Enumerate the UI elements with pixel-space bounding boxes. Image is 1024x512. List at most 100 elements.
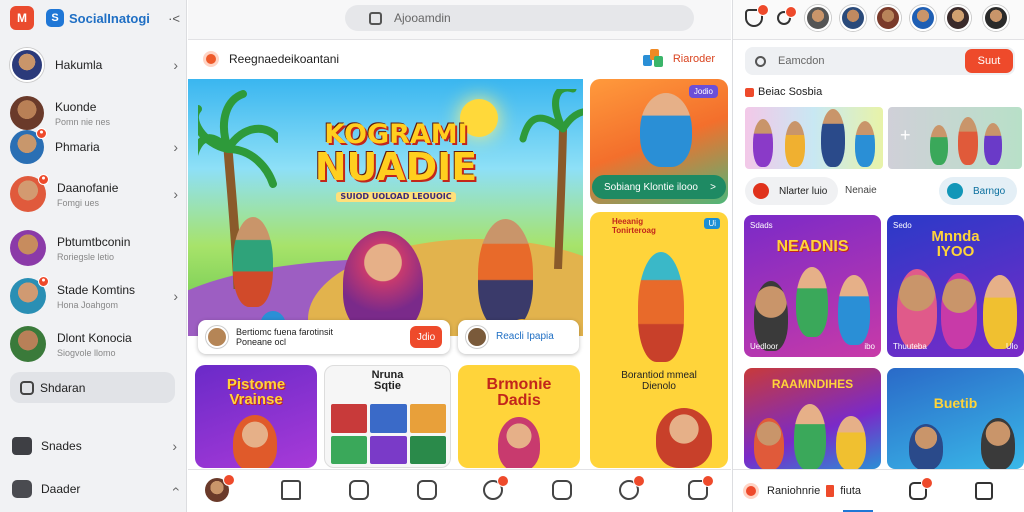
sidebar-contact[interactable]: ● Stade Komtins Hona Joahgom ›: [10, 276, 178, 316]
chevron-right-icon: ›: [173, 57, 178, 73]
emoji-icon[interactable]: [483, 475, 509, 500]
card-headline: NEADNIS: [776, 238, 849, 255]
card-badge: Jodio: [688, 85, 718, 98]
side-card-pill[interactable]: Sobiang Klontie ilooo >: [592, 175, 726, 199]
side-card-top[interactable]: Jodio Sobiang Klontie ilooo >: [590, 79, 728, 204]
friend-avatar[interactable]: [875, 5, 901, 31]
post-card[interactable]: Bertiomc fuena farotinsit Poneane ocl Jd…: [198, 320, 450, 354]
card-tag: Sdads: [750, 221, 773, 230]
chip-label-mid[interactable]: Nenaie: [845, 185, 877, 196]
hero-headline: KOGRAMI NUADIE SUIOD UOLOAD LEOUOIC: [306, 121, 486, 202]
sidebar-contact[interactable]: Dlont Konocia Siogvole llomo: [10, 324, 178, 364]
avatar: [206, 326, 228, 348]
collapse-menu-icon[interactable]: ·<: [168, 11, 180, 26]
sidebar-profile[interactable]: Hakumla ›: [10, 48, 178, 82]
chevron-right-icon: ›: [173, 288, 178, 304]
avatar: [10, 96, 44, 130]
fire-icon[interactable]: [777, 6, 797, 25]
search-button[interactable]: Suut: [965, 49, 1013, 73]
app-logo-icon[interactable]: M: [10, 6, 34, 30]
profile-avatar-button[interactable]: [205, 474, 235, 502]
sidebar-contact[interactable]: ● Daanofanie Fomgi ues ›: [10, 174, 178, 214]
section-icon: [745, 87, 754, 97]
post-card-right[interactable]: Reacli Ipapia: [458, 320, 579, 354]
feed-tile[interactable]: Pistome Vrainse: [195, 365, 317, 468]
avatar: [10, 48, 44, 82]
tile-title: Brmonie Dadis: [458, 377, 580, 409]
section-title: Beiac Sosbia: [758, 86, 823, 98]
contact-name: Kuonde: [55, 99, 97, 114]
feed-header: Reegnaedeikoantani Riaroder: [188, 40, 731, 78]
contact-name: Pbtumtbconin: [57, 234, 131, 249]
sidebar-item-label: Daader: [41, 482, 81, 496]
sidebar-item-active[interactable]: Shdaran: [10, 372, 175, 403]
friend-avatar[interactable]: [910, 5, 936, 31]
headline-line-3: SUIOD UOLOAD LEOUOIC: [336, 192, 456, 202]
feed-tile[interactable]: Nruna Sqtie: [324, 365, 451, 468]
sidebar-item-daader[interactable]: Daader ›: [12, 480, 183, 498]
avatar: ●: [10, 128, 47, 164]
right-search-input[interactable]: Eamcdon Suut: [745, 47, 1015, 75]
people-strip-image[interactable]: [745, 107, 883, 169]
video-card[interactable]: RAAMNDIHES: [744, 368, 881, 469]
people-strip-image[interactable]: +: [888, 107, 1022, 169]
tile-title-line-1: Brmonie: [486, 376, 552, 393]
friend-avatar[interactable]: [840, 5, 866, 31]
chip-label: Barngo: [973, 185, 1006, 197]
bottom-nav: [188, 469, 731, 512]
bookmark-icon[interactable]: [552, 480, 572, 500]
tile-title-line-2: Dadis: [497, 392, 541, 409]
sidebar-contact[interactable]: ● Phmaria ›: [10, 128, 178, 164]
chevron-right-icon: ›: [172, 438, 177, 454]
record-icon: [743, 483, 759, 499]
archive-icon: [12, 480, 32, 498]
sidebar-item-label: Snades: [41, 439, 82, 453]
friend-avatar[interactable]: [983, 5, 1009, 31]
tab-active[interactable]: Raniohnrie fiuta: [743, 483, 861, 499]
user-icon[interactable]: [688, 475, 714, 500]
bookmark-icon: [826, 485, 835, 497]
video-card[interactable]: Buetib: [887, 368, 1024, 469]
notification-badge: [785, 6, 797, 18]
contact-name: Daanofanie: [57, 180, 119, 195]
side-card-yellow[interactable]: Heeanig Tonirteroag Ui Borantiod mmeal D…: [590, 212, 728, 468]
chevron-up-icon: ›: [166, 486, 183, 492]
inbox-icon[interactable]: [417, 480, 437, 500]
sidebar-item-label: Shdaran: [40, 380, 86, 395]
chat-icon[interactable]: [909, 477, 933, 500]
friend-avatar[interactable]: [805, 5, 831, 31]
badge-icon: [947, 183, 963, 199]
sidebar-contact[interactable]: Kuonde Pomn nie nes: [10, 96, 178, 130]
join-button[interactable]: Jdio: [410, 326, 442, 348]
search-placeholder: Ajooamdin: [394, 11, 451, 25]
card-meta: Thuuteba Ulo: [893, 342, 1018, 351]
card-meta-left: Uedloor: [750, 342, 779, 351]
bell-icon[interactable]: [745, 4, 769, 27]
square-icon: [369, 11, 382, 25]
sidebar-item-snades[interactable]: Snades ›: [12, 437, 177, 455]
share-icon[interactable]: [975, 482, 993, 500]
video-card[interactable]: Sdads NEADNIS Uedloor ibo: [744, 215, 881, 357]
globe-icon[interactable]: [619, 475, 645, 500]
chat-icon[interactable]: [349, 480, 369, 500]
search-input[interactable]: Ajooamdin: [345, 5, 694, 31]
side-card-pill-label: Sobiang Klontie ilooo: [604, 181, 698, 193]
sidebar-contact[interactable]: Pbtumtbconin Roriegsle letio: [10, 228, 178, 268]
feed-tile[interactable]: Brmonie Dadis: [458, 365, 580, 468]
hero-banner[interactable]: KOGRAMI NUADIE SUIOD UOLOAD LEOUOIC: [188, 79, 583, 336]
chip-filter[interactable]: Barngo: [939, 177, 1017, 205]
profile-name: Hakumla: [55, 58, 103, 72]
home-icon[interactable]: [281, 480, 301, 500]
tile-title-line-2: Vrainse: [229, 391, 283, 408]
search-icon: [755, 55, 766, 67]
filter-chips: Nlarter luio Nenaie Barngo: [745, 177, 1017, 205]
card-label: Heeanig Tonirteroag: [612, 217, 656, 235]
top-bar: Ajooamdin: [188, 0, 731, 40]
tile-title: Nruna Sqtie: [325, 370, 450, 392]
chip-filter[interactable]: Nlarter luio: [745, 177, 838, 205]
headline-line-1: KOGRAMI: [324, 119, 468, 150]
friend-avatar[interactable]: [945, 5, 971, 31]
video-card[interactable]: Sedo Mnnda IYOO Thuuteba Ulo: [887, 215, 1024, 357]
card-meta: Uedloor ibo: [750, 342, 875, 351]
feed-right-link[interactable]: Riaroder: [642, 49, 715, 69]
